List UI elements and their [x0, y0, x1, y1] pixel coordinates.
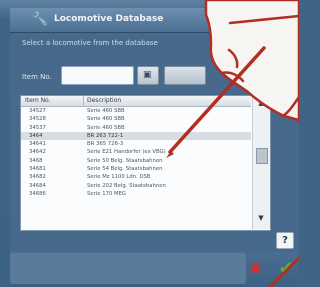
- list-item[interactable]: 34684 Serie 202 Belg. Staatsbahnen: [21, 182, 251, 190]
- search-option-button[interactable]: [164, 66, 206, 85]
- list-item[interactable]: 34537 Serie 460 SBB: [21, 124, 251, 132]
- cancel-button[interactable]: ✖: [247, 260, 264, 277]
- scroll-down-arrow-icon[interactable]: ▼: [255, 213, 267, 223]
- list-item[interactable]: 34642 Serie E21 Handorfer (ex VBG): [21, 148, 251, 156]
- list-item[interactable]: 34641 BR 365 726-3: [21, 140, 251, 148]
- list-item-selected[interactable]: 3464 BR 263 722-1: [21, 131, 251, 141]
- ok-button[interactable]: ✔: [273, 259, 299, 279]
- wrench-icon: 🔧: [32, 12, 49, 27]
- list-scrollbar[interactable]: ▲ ▼: [252, 96, 270, 229]
- locomotive-list[interactable]: Item No. Description 34527 Serie 460 SBB …: [20, 95, 271, 231]
- search-input[interactable]: [61, 66, 134, 85]
- list-item[interactable]: 3468 Serie 50 Belg. Staatsbahnen: [21, 157, 251, 165]
- search-label: Item No.: [22, 73, 52, 81]
- column-item-no[interactable]: Item No.: [25, 97, 51, 104]
- list-item[interactable]: 34528 Serie 460 SBB: [21, 115, 251, 123]
- list-item[interactable]: 34686 Serie 170 MEG: [21, 190, 251, 198]
- column-separator: [83, 96, 84, 106]
- list-item[interactable]: 34682 Serie Mz 1100 Ldn. DSB: [21, 173, 251, 181]
- list-item[interactable]: 34527 Serie 460 SBB: [21, 107, 251, 115]
- window-title: Locomotive Database: [54, 14, 164, 24]
- list-item[interactable]: 34681 Serie 54 Belg. Staatsbahnen: [21, 165, 251, 173]
- column-description[interactable]: Description: [87, 97, 121, 104]
- footer-panel: [10, 253, 246, 284]
- search-button[interactable]: ▣: [137, 66, 159, 85]
- binoculars-icon: ▣: [143, 70, 152, 80]
- check-icon: ✔: [278, 258, 294, 279]
- list-rows: 34527 Serie 460 SBB 34528 Serie 460 SBB 34…: [21, 107, 251, 198]
- scroll-thumb[interactable]: [256, 148, 268, 164]
- instruction-text: Select a locomotive from the database: [22, 39, 158, 47]
- help-button[interactable]: ?: [276, 232, 294, 249]
- title-bar: 🔧 Locomotive Database: [10, 8, 299, 33]
- list-header: Item No. Description: [21, 96, 251, 107]
- cross-icon: ✖: [248, 259, 263, 278]
- scroll-up-arrow-icon[interactable]: ▲: [255, 98, 267, 108]
